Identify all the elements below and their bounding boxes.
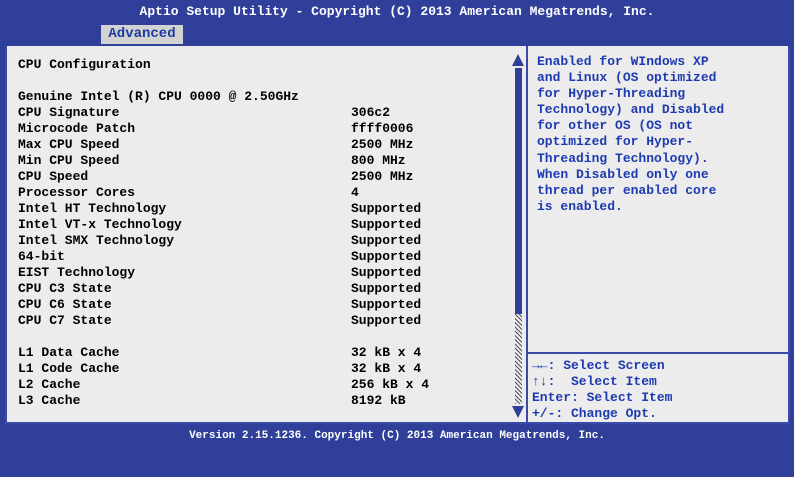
item-label: Processor Cores: [18, 185, 136, 200]
cpu-configuration-list: CPU Configuration Genuine Intel (R) CPU …: [18, 57, 508, 409]
key-legend: →←: Select Screen ↑↓: Select Item Enter:…: [532, 358, 782, 422]
cache-item: L1 Data Cache 32 kB x 4: [18, 345, 508, 361]
list-item: Max CPU Speed 2500 MHz: [18, 137, 508, 153]
scroll-up-arrow-icon[interactable]: [512, 54, 524, 66]
list-item: EIST Technology Supported: [18, 265, 508, 281]
help-line: When Disabled only one: [537, 166, 709, 182]
scrollbar[interactable]: [512, 54, 525, 418]
item-label: L1 Data Cache: [18, 345, 120, 360]
key-hint: →←: Select Screen: [532, 358, 665, 373]
help-line: is enabled.: [537, 198, 623, 214]
item-label: Intel SMX Technology: [18, 233, 175, 248]
item-label: CPU Speed: [18, 169, 89, 184]
help-line: Enabled for WIndows XP: [537, 54, 709, 69]
panel-divider: [526, 46, 528, 424]
help-line: optimized for Hyper-: [537, 134, 694, 150]
item-value: Supported: [351, 249, 422, 264]
item-label: CPU C3 State: [18, 281, 112, 296]
tab-advanced[interactable]: Advanced: [101, 25, 183, 44]
item-value: ffff0006: [351, 121, 414, 136]
item-label: EIST Technology: [18, 265, 136, 280]
item-value: Supported: [351, 281, 422, 296]
item-label: 64-bit: [18, 249, 65, 264]
list-item: 64-bit Supported: [18, 249, 508, 265]
key-hint: Enter: Select Item: [532, 390, 673, 405]
item-value: 32 kB x 4: [351, 361, 422, 376]
item-label: L1 Code Cache: [18, 361, 120, 376]
list-item: CPU C6 State Supported: [18, 297, 508, 313]
item-value: 32 kB x 4: [351, 345, 422, 360]
item-label: CPU C7 State: [18, 313, 112, 328]
help-line: for Hyper-Threading: [537, 86, 686, 102]
item-value: 800 MHz: [351, 153, 406, 168]
item-label: L3 Cache: [18, 393, 81, 408]
help-line: Technology) and Disabled: [537, 102, 725, 118]
item-value: Supported: [351, 201, 422, 216]
item-value: Supported: [351, 233, 422, 248]
scrollbar-thumb[interactable]: [515, 68, 522, 314]
list-item: CPU C3 State Supported: [18, 281, 508, 297]
list-item: Min CPU Speed 800 MHz: [18, 153, 508, 169]
item-label: Microcode Patch: [18, 121, 136, 136]
item-label[interactable]: Intel HT Technology: [18, 201, 166, 217]
help-text: Enabled for WIndows XP and Linux (OS opt…: [537, 54, 782, 215]
key-hint: ↑↓: Select Item: [532, 374, 657, 389]
item-value: 4: [351, 185, 359, 200]
item-label: Intel VT-x Technology: [18, 217, 182, 232]
item-value: Supported: [351, 265, 422, 280]
processor-name: Genuine Intel (R) CPU 0000 @ 2.50GHz: [18, 89, 299, 104]
panel-border-right: [788, 46, 790, 424]
panel-border-left: [5, 46, 7, 424]
list-item: Intel SMX Technology Supported: [18, 233, 508, 249]
help-line: and Linux (OS optimized: [537, 70, 717, 86]
cache-item: L2 Cache 256 kB x 4: [18, 377, 508, 393]
section-title: CPU Configuration: [18, 57, 151, 72]
list-item: CPU Signature 306c2: [18, 105, 508, 121]
item-label: CPU C6 State: [18, 297, 112, 312]
title-bar: Aptio Setup Utility - Copyright (C) 2013…: [0, 0, 794, 46]
app-title: Aptio Setup Utility - Copyright (C) 2013…: [139, 4, 655, 19]
item-label: L2 Cache: [18, 377, 81, 392]
item-value: 306c2: [351, 105, 391, 120]
item-label: Min CPU Speed: [18, 153, 120, 168]
list-item: Microcode Patch ffff0006: [18, 121, 508, 137]
item-value: Supported: [351, 217, 422, 232]
cache-item: L3 Cache 8192 kB: [18, 393, 508, 409]
item-value: 2500 MHz: [351, 137, 414, 152]
list-item[interactable]: Intel HT Technology Supported: [18, 201, 508, 217]
list-item: Processor Cores 4: [18, 185, 508, 201]
item-label: CPU Signature: [18, 105, 120, 120]
key-hint: +/-: Change Opt.: [532, 406, 657, 421]
item-label: Max CPU Speed: [18, 137, 120, 152]
scrollbar-track[interactable]: [515, 314, 522, 404]
help-line: thread per enabled core: [537, 182, 717, 198]
help-line: for other OS (OS not: [537, 118, 694, 134]
panel-border-bottom: [5, 422, 790, 424]
list-item: CPU C7 State Supported: [18, 313, 508, 329]
item-value: 256 kB x 4: [351, 377, 430, 392]
footer-version: Version 2.15.1236. Copyright (C) 2013 Am…: [189, 430, 605, 442]
item-value: 8192 kB: [351, 393, 406, 408]
item-value: 2500 MHz: [351, 169, 414, 184]
cache-item: L1 Code Cache 32 kB x 4: [18, 361, 508, 377]
list-item: Intel VT-x Technology Supported: [18, 217, 508, 233]
item-value: Supported: [351, 297, 422, 312]
item-value: Supported: [351, 313, 422, 328]
help-line: Threading Technology).: [537, 150, 709, 166]
help-divider: [528, 352, 788, 354]
list-item: CPU Speed 2500 MHz: [18, 169, 508, 185]
scroll-down-arrow-icon[interactable]: [512, 406, 524, 418]
